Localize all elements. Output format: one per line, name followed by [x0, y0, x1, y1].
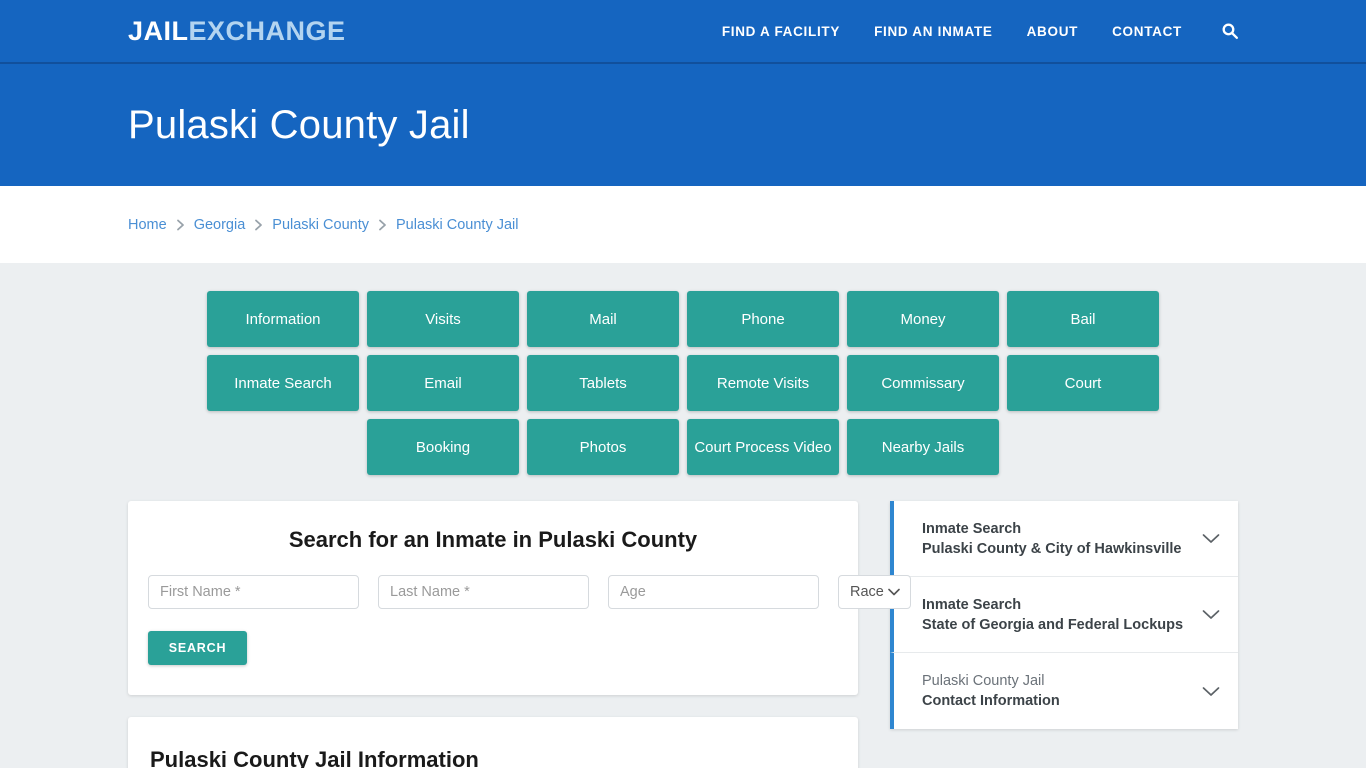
accordion-line-1: Inmate Search	[922, 596, 1022, 613]
logo-text-secondary: EXCHANGE	[188, 15, 346, 46]
tile-nearby-jails[interactable]: Nearby Jails	[847, 419, 999, 475]
tile-remote-visits[interactable]: Remote Visits	[687, 355, 839, 411]
tile-bail[interactable]: Bail	[1007, 291, 1159, 347]
page-title: Pulaski County Jail	[128, 102, 470, 147]
accordion-item-inmate-search-county[interactable]: Inmate Search Pulaski County & City of H…	[890, 501, 1238, 577]
accordion-item-text: Inmate Search Pulaski County & City of H…	[922, 519, 1190, 559]
chevron-right-icon	[254, 219, 263, 231]
breadcrumb: Home Georgia Pulaski County Pulaski Coun…	[128, 217, 519, 233]
tile-money[interactable]: Money	[847, 291, 999, 347]
accordion-item-contact-information[interactable]: Pulaski County Jail Contact Information	[890, 653, 1238, 729]
tile-email[interactable]: Email	[367, 355, 519, 411]
site-logo[interactable]: JAILEXCHANGE	[128, 15, 346, 46]
accordion-line-2: Pulaski County & City of Hawkinsville	[922, 540, 1182, 557]
logo-text-primary: JAIL	[128, 15, 189, 46]
first-name-input[interactable]	[148, 575, 359, 609]
nav-item-contact[interactable]: CONTACT	[1112, 24, 1182, 39]
main-column: Search for an Inmate in Pulaski County R…	[128, 501, 911, 768]
tile-court-process-video[interactable]: Court Process Video	[687, 419, 839, 475]
inmate-search-fields-row: Race	[148, 575, 911, 609]
search-icon[interactable]	[1220, 21, 1240, 41]
accordion-line-1: Pulaski County Jail	[922, 673, 1045, 689]
tile-inmate-search[interactable]: Inmate Search	[207, 355, 359, 411]
section-tile-grid: Information Visits Mail Phone Money Bail…	[138, 291, 1228, 475]
nav-item-about[interactable]: ABOUT	[1027, 24, 1079, 39]
breadcrumb-item-georgia[interactable]: Georgia	[194, 217, 246, 233]
sidebar-accordion: Inmate Search Pulaski County & City of H…	[890, 501, 1238, 729]
breadcrumb-item-pulaski-county[interactable]: Pulaski County	[272, 217, 369, 233]
tile-visits[interactable]: Visits	[367, 291, 519, 347]
nav-item-find-a-facility[interactable]: FIND A FACILITY	[722, 24, 840, 39]
accordion-item-text: Pulaski County Jail Contact Information	[922, 671, 1190, 711]
sidebar-column: Inmate Search Pulaski County & City of H…	[890, 501, 1238, 729]
age-input[interactable]	[608, 575, 819, 609]
tile-mail[interactable]: Mail	[527, 291, 679, 347]
race-select[interactable]: Race	[838, 575, 911, 609]
tile-commissary[interactable]: Commissary	[847, 355, 999, 411]
top-navigation-bar: JAILEXCHANGE FIND A FACILITY FIND AN INM…	[0, 0, 1366, 64]
accordion-line-1: Inmate Search	[922, 520, 1022, 537]
tile-information[interactable]: Information	[207, 291, 359, 347]
breadcrumb-item-home[interactable]: Home	[128, 217, 167, 233]
chevron-down-icon[interactable]	[1200, 604, 1222, 626]
breadcrumb-band: Home Georgia Pulaski County Pulaski Coun…	[0, 186, 1366, 263]
jail-information-heading: Pulaski County Jail Information	[150, 747, 479, 768]
tile-photos[interactable]: Photos	[527, 419, 679, 475]
accordion-line-2: Contact Information	[922, 693, 1060, 709]
race-select-wrapper: Race	[838, 575, 911, 609]
breadcrumb-item-pulaski-county-jail[interactable]: Pulaski County Jail	[396, 217, 519, 233]
inmate-search-card: Search for an Inmate in Pulaski County R…	[128, 501, 911, 695]
accordion-line-2: State of Georgia and Federal Lockups	[922, 616, 1184, 633]
nav-item-find-an-inmate[interactable]: FIND AN INMATE	[874, 24, 993, 39]
search-submit-button[interactable]: SEARCH	[148, 631, 247, 665]
chevron-down-icon[interactable]	[1200, 528, 1222, 550]
chevron-right-icon	[378, 219, 387, 231]
tile-phone[interactable]: Phone	[687, 291, 839, 347]
page-body: Information Visits Mail Phone Money Bail…	[0, 263, 1366, 768]
chevron-right-icon	[176, 219, 185, 231]
accordion-item-text: Inmate Search State of Georgia and Feder…	[922, 595, 1190, 635]
accordion-item-inmate-search-state[interactable]: Inmate Search State of Georgia and Feder…	[890, 577, 1238, 653]
last-name-input[interactable]	[378, 575, 589, 609]
page-title-band: Pulaski County Jail	[0, 64, 1366, 186]
inmate-search-heading: Search for an Inmate in Pulaski County	[288, 527, 698, 552]
jail-information-card: Pulaski County Jail Information	[128, 717, 858, 768]
tile-court[interactable]: Court	[1007, 355, 1159, 411]
tile-booking[interactable]: Booking	[367, 419, 519, 475]
primary-nav-links: FIND A FACILITY FIND AN INMATE ABOUT CON…	[722, 21, 1240, 41]
chevron-down-icon[interactable]	[1200, 680, 1222, 702]
content-columns: Search for an Inmate in Pulaski County R…	[128, 501, 1238, 768]
tile-tablets[interactable]: Tablets	[527, 355, 679, 411]
